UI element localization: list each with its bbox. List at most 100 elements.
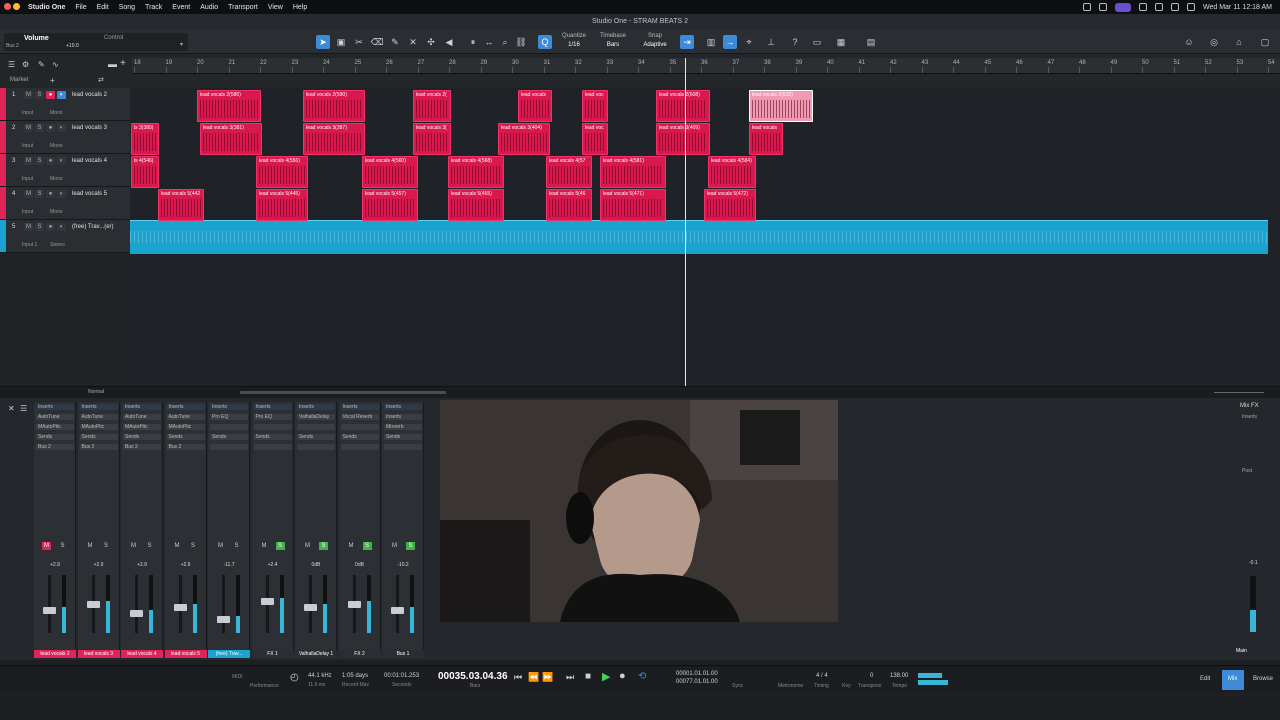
video-icon[interactable]: ▭ — [810, 35, 824, 49]
audio-event-clip[interactable]: lead vocals 3(404) — [498, 123, 550, 155]
solo-button[interactable]: S — [35, 190, 44, 198]
app-menu[interactable]: Studio One — [28, 4, 65, 11]
arrange-view[interactable]: lead vocals 2(586) lead vocals 2(590) lead… — [130, 88, 1280, 386]
main-volume[interactable]: -0.1 — [1249, 560, 1258, 566]
audio-event-clip[interactable]: lead vocals 2(586) — [197, 90, 261, 122]
audio-event-clip[interactable]: lead vocals 3(387) — [303, 123, 365, 155]
audio-event-clip[interactable]: lead vocals 5(445) — [256, 189, 308, 221]
channel-name[interactable]: FX 1 — [251, 650, 294, 658]
send-slot[interactable] — [340, 444, 379, 450]
insert-slot[interactable] — [297, 424, 335, 430]
recording-indicator-icon[interactable] — [1115, 2, 1131, 12]
add-marker-icon[interactable]: + — [50, 76, 55, 85]
mixer-channel[interactable]: Inserts Inserts Mixverb Sends M S -10.2 Bus 1 — [382, 402, 424, 658]
horizontal-scrollbar[interactable]: Normal — [0, 386, 1280, 398]
timebase-value[interactable]: Bars — [596, 42, 630, 48]
browse-tab[interactable]: Browse — [1253, 676, 1273, 682]
track-mode[interactable]: Mono — [50, 143, 63, 149]
track-input[interactable]: Input — [22, 176, 33, 182]
range-tool-icon[interactable]: ▣ — [334, 35, 348, 49]
playhead-cursor[interactable] — [685, 58, 686, 388]
channel-volume[interactable]: +2.9 — [165, 562, 207, 568]
insert-slot[interactable] — [210, 424, 248, 430]
track-header[interactable]: 5 M S ● ◐ (free) Trav...(er) Input 1 Stereo — [0, 220, 130, 253]
insert-slot[interactable]: Pro EQ — [253, 414, 292, 420]
volume-fader[interactable] — [222, 575, 225, 633]
quantize-icon[interactable]: Q — [538, 35, 552, 49]
fader-cap[interactable] — [173, 604, 187, 611]
grid-icon[interactable]: ▥ — [704, 35, 718, 49]
record-arm-button[interactable]: ● — [46, 190, 55, 198]
sends-header[interactable]: Sends — [210, 434, 248, 440]
time-seconds[interactable]: 00:01:01.253 — [384, 673, 419, 679]
snap-toggle-icon[interactable]: ⇥ — [680, 35, 694, 49]
fader-cap[interactable] — [391, 607, 404, 614]
mixer-channel[interactable]: Inserts AutoTune MAutoPitc Sends Bus 2 M S +2.9… — [164, 402, 207, 658]
audio-event-clip[interactable]: lead vocals 4(568) — [448, 156, 504, 188]
insert-slot[interactable]: Vocal Reverb — [340, 414, 379, 420]
solo-button[interactable]: S — [319, 542, 328, 550]
track-input[interactable]: Input — [22, 143, 33, 149]
volume-fader[interactable] — [396, 575, 399, 633]
mixer-channel[interactable]: Inserts AutoTune MAutoPitc Sends Bus 2 M S +2.9… — [121, 402, 163, 658]
inserts-header[interactable]: Inserts — [123, 404, 161, 410]
insert-slot[interactable] — [253, 424, 292, 430]
channel-name[interactable]: (free) Trav... — [208, 650, 250, 658]
track-name[interactable]: lead vocals 5 — [72, 191, 107, 197]
listen-tool-icon[interactable]: ◀ — [442, 35, 456, 49]
send-slot[interactable]: Bus 2 — [36, 444, 74, 450]
send-slot[interactable]: Bus 2 — [166, 444, 205, 450]
track-name[interactable]: lead vocals 3 — [72, 125, 107, 131]
channel-name[interactable]: lead vocals 3 — [77, 650, 120, 658]
inserts-header[interactable]: Inserts — [166, 404, 205, 410]
loop-end[interactable]: 00077.01.01.00 — [676, 679, 718, 685]
mute-button[interactable]: M — [42, 542, 51, 550]
audio-event-clip[interactable]: lead vocals 5(471) — [600, 189, 666, 221]
solo-button[interactable]: S — [362, 542, 372, 550]
track-header[interactable]: 3 M S ● ◐ lead vocals 4 Input Mono — [0, 154, 130, 187]
mute-button[interactable]: M — [24, 190, 33, 198]
insert-slot[interactable]: ValhallaDelay — [297, 414, 335, 420]
mute-button[interactable]: M — [173, 542, 182, 550]
audio-event-clip[interactable]: lead vocals 2(590) — [303, 90, 365, 122]
inserts-header[interactable]: Inserts — [297, 404, 335, 410]
send-slot[interactable] — [210, 444, 248, 450]
mute-button[interactable]: M — [347, 542, 356, 550]
solo-button[interactable]: S — [232, 542, 241, 550]
loop-icon[interactable]: ⟲ — [638, 671, 646, 682]
arrow-tool-icon[interactable]: ➤ — [316, 35, 330, 49]
audio-event-clip[interactable]: lead vocals 5(442 — [158, 189, 204, 221]
channel-name[interactable]: lead vocals 2 — [34, 650, 76, 658]
track-name[interactable]: (free) Trav...(er) — [72, 224, 114, 230]
add-track-icon[interactable]: ▬ — [108, 59, 117, 69]
mute-button[interactable]: M — [390, 542, 399, 550]
cloud-icon[interactable]: ◎ — [1207, 35, 1221, 49]
record-icon[interactable]: ● — [619, 670, 626, 682]
track-input[interactable]: Input — [22, 110, 33, 116]
sends-header[interactable]: Sends — [36, 434, 74, 440]
mute-button[interactable]: M — [260, 542, 269, 550]
menu-help[interactable]: Help — [293, 4, 307, 11]
sends-header[interactable]: Sends — [384, 434, 422, 440]
audio-event-clip[interactable]: lead vocals 4(556) — [256, 156, 308, 188]
pencil-tool-icon[interactable]: ✎ — [388, 35, 402, 49]
audio-event-clip[interactable]: lead vocals 4(57 — [546, 156, 592, 188]
send-slot[interactable] — [384, 444, 422, 450]
solo-button[interactable]: S — [35, 223, 44, 231]
quantize-value[interactable]: 1/16 — [560, 42, 588, 48]
mute-button[interactable]: M — [24, 124, 33, 132]
menu-song[interactable]: Song — [119, 4, 135, 11]
menu-event[interactable]: Event — [172, 4, 190, 11]
menubar-clock[interactable]: Wed Mar 11 12:18 AM — [1203, 4, 1272, 11]
track-header[interactable]: 4 M S ● ◐ lead vocals 5 Input Mono — [0, 187, 130, 220]
status-icon[interactable] — [1083, 3, 1091, 11]
wrench-icon[interactable]: ✎ — [38, 60, 45, 69]
track-mode[interactable]: Mono — [50, 209, 63, 215]
audio-event-clip[interactable]: lead vocals — [749, 123, 783, 155]
inspector-icon[interactable]: ⚙ — [22, 60, 29, 69]
home-icon[interactable]: ⌂ — [1232, 35, 1246, 49]
channel-volume[interactable]: +2.9 — [121, 562, 163, 568]
record-arm-button[interactable]: ● — [46, 91, 55, 99]
audio-event-clip[interactable]: lead vocals 2( — [413, 90, 451, 122]
monitor-button[interactable]: ◐ — [57, 124, 66, 132]
